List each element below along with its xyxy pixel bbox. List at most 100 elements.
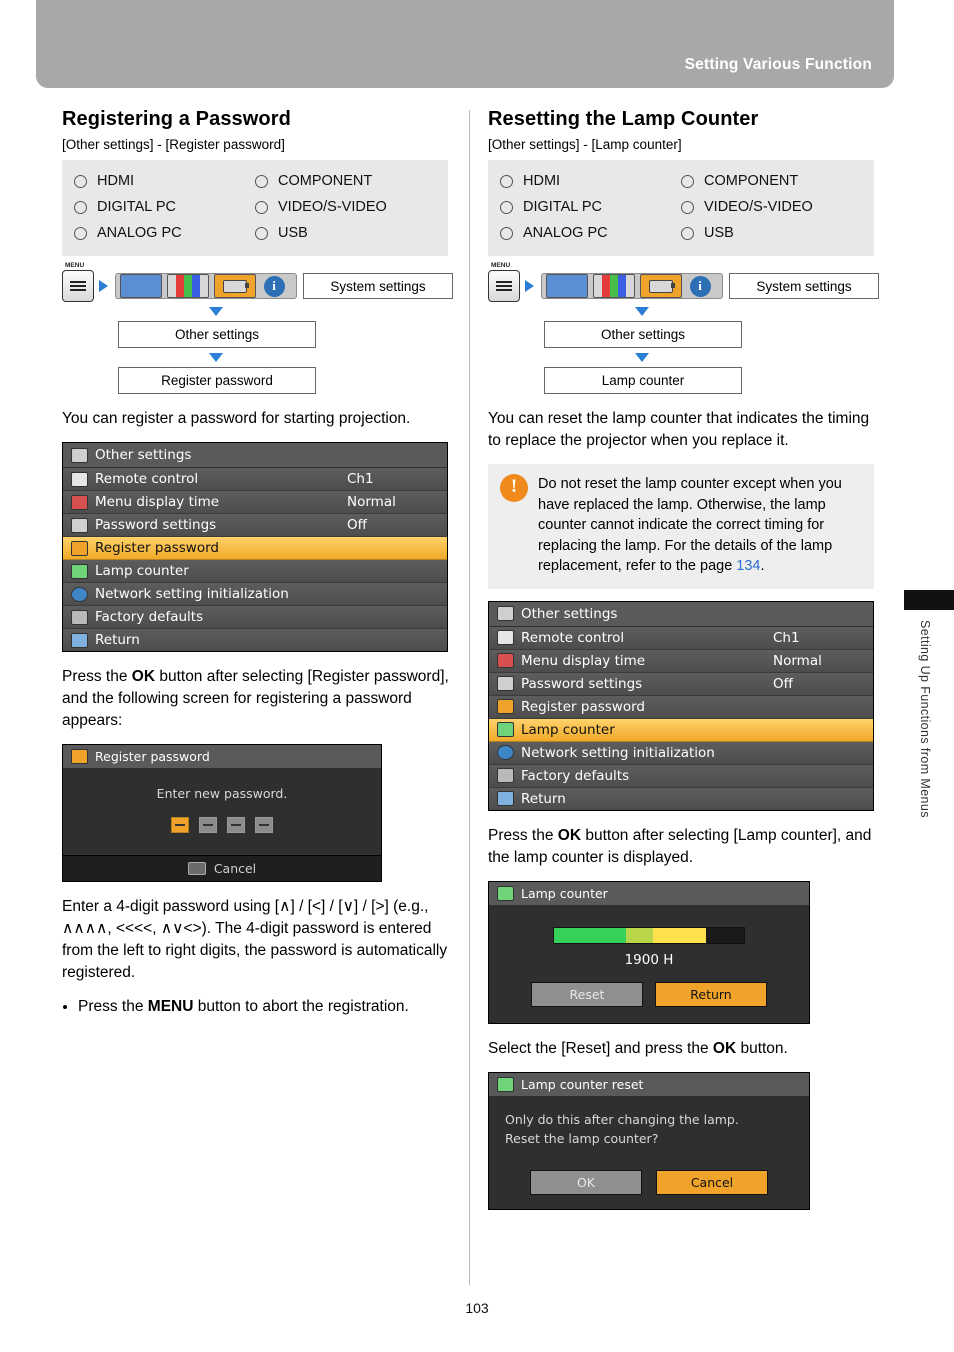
- password-digit: [255, 817, 273, 833]
- menu-keyword: MENU: [147, 998, 194, 1015]
- dialog-title-label: Lamp counter reset: [521, 1076, 644, 1092]
- return-button[interactable]: Return: [655, 981, 767, 1007]
- menu-button-label: MENU: [65, 262, 85, 269]
- osd-row-selected: Register password: [63, 537, 447, 560]
- left-menu-path: MENU i System settings Other settings Re…: [62, 262, 454, 394]
- osd-row-selected: Lamp counter: [489, 718, 873, 742]
- side-tab-marker: [904, 590, 954, 610]
- path-step-register-password: Register password: [118, 367, 316, 394]
- register-password-icon: [71, 749, 88, 764]
- osd-row-label: Factory defaults: [521, 767, 630, 784]
- password-settings-icon: [497, 676, 514, 691]
- osd-row: Register password: [489, 695, 873, 719]
- osd-row: Menu display time Normal: [489, 649, 873, 673]
- input-label: HDMI: [97, 173, 135, 189]
- tab-install-icon: [640, 274, 682, 298]
- password-digit: [227, 817, 245, 833]
- osd-row-value: Off: [347, 517, 367, 533]
- page-link[interactable]: 134: [736, 558, 760, 574]
- radio-circle-icon: [74, 200, 87, 214]
- osd-title-label: Other settings: [95, 447, 192, 463]
- menu-key-icon: [187, 862, 206, 875]
- factory-defaults-icon: [497, 768, 514, 783]
- path-step-other-settings: Other settings: [544, 321, 742, 348]
- osd-row-label: Password settings: [521, 675, 643, 692]
- input-label: VIDEO/S-VIDEO: [704, 199, 813, 215]
- lamp-hours-value: 1900 H: [624, 951, 674, 968]
- menu-bars-icon: [70, 279, 86, 293]
- radio-circle-icon: [255, 174, 268, 188]
- reset-button[interactable]: Reset: [531, 981, 643, 1007]
- osd-row: Remote control Ch1: [489, 626, 873, 650]
- dialog-title: Lamp counter: [489, 881, 809, 905]
- register-password-dialog: Register password Enter new password. Ca…: [62, 744, 382, 882]
- right-para-2: Press the OK button after selecting [Lam…: [488, 825, 880, 869]
- password-digit-group: [63, 817, 381, 833]
- right-input-list: HDMI DIGITAL PC ANALOG PC COMPONENT VIDE…: [488, 160, 874, 256]
- remote-icon: [497, 630, 514, 645]
- input-chip: COMPONENT: [255, 168, 436, 194]
- tab-color-icon: [593, 274, 635, 298]
- network-init-icon: [497, 745, 514, 760]
- arrow-down-icon: [209, 353, 223, 362]
- input-chip: VIDEO/S-VIDEO: [255, 194, 436, 220]
- radio-circle-icon: [74, 226, 87, 240]
- dialog-title-label: Register password: [95, 749, 210, 764]
- input-label: ANALOG PC: [97, 225, 182, 241]
- osd-tab-strip: i: [115, 273, 297, 299]
- osd-title-label: Other settings: [521, 605, 618, 622]
- osd-row-label: Return: [521, 790, 566, 807]
- input-label: USB: [278, 225, 308, 241]
- dialog-title: Lamp counter reset: [489, 1072, 809, 1096]
- settings-icon: [71, 447, 88, 463]
- dialog-body: Enter new password.: [63, 768, 381, 855]
- left-section-title: Registering a Password: [62, 108, 291, 130]
- lamp-gauge: [553, 926, 745, 944]
- radio-circle-icon: [255, 200, 268, 214]
- input-label: USB: [704, 225, 734, 241]
- tab-image-icon: [120, 274, 162, 298]
- dialog-title-label: Lamp counter: [521, 885, 608, 901]
- ok-keyword: OK: [131, 668, 156, 685]
- left-para-3: Enter a 4-digit password using [∧] / [<]…: [62, 898, 448, 981]
- input-chip: HDMI: [500, 168, 681, 194]
- network-init-icon: [71, 586, 88, 602]
- left-intro-text: You can register a password for starting…: [62, 410, 411, 427]
- osd-row-label: Menu display time: [521, 652, 646, 669]
- input-chip: COMPONENT: [681, 168, 862, 194]
- caution-text: Do not reset the lamp counter except whe…: [538, 474, 862, 577]
- menu-button-icon: MENU: [62, 262, 94, 302]
- osd-row-value: Ch1: [347, 471, 374, 487]
- password-digit: [171, 817, 189, 833]
- arrow-right-icon: [99, 280, 108, 292]
- reset-dialog-buttons: OK Cancel: [489, 1154, 809, 1209]
- cancel-label: Cancel: [213, 861, 257, 876]
- text: Press the: [78, 998, 148, 1015]
- left-osd-other-settings: Other settings Remote control Ch1 Menu d…: [62, 442, 448, 652]
- arrow-down-icon: [209, 307, 223, 316]
- factory-defaults-icon: [71, 609, 88, 625]
- osd-row: Return: [63, 629, 447, 651]
- osd-row-label: Return: [95, 632, 140, 648]
- return-icon: [497, 791, 514, 806]
- tab-install-icon: [214, 274, 256, 298]
- radio-circle-icon: [500, 174, 513, 188]
- osd-row: Network setting initialization: [63, 583, 447, 606]
- dialog-prompt: Enter new password.: [156, 786, 288, 801]
- ok-keyword: OK: [557, 826, 582, 844]
- reset-line-2: Reset the lamp counter?: [505, 1130, 659, 1146]
- document-page: Setting Various Function Registering a P…: [0, 0, 954, 1352]
- left-breadcrumb: [Other settings] - [Register password]: [62, 137, 285, 152]
- arrow-right-icon: [525, 280, 534, 292]
- osd-title: Other settings: [489, 601, 873, 627]
- input-label: DIGITAL PC: [523, 199, 602, 215]
- cancel-button[interactable]: Cancel: [656, 1169, 768, 1195]
- osd-row-label: Menu display time: [95, 494, 220, 510]
- ok-button[interactable]: OK: [530, 1169, 642, 1195]
- input-label: COMPONENT: [278, 173, 373, 189]
- input-chip: HDMI: [74, 168, 255, 194]
- text: .: [760, 558, 765, 574]
- input-label: COMPONENT: [704, 173, 799, 189]
- return-icon: [71, 632, 88, 648]
- projector-icon: [223, 279, 249, 293]
